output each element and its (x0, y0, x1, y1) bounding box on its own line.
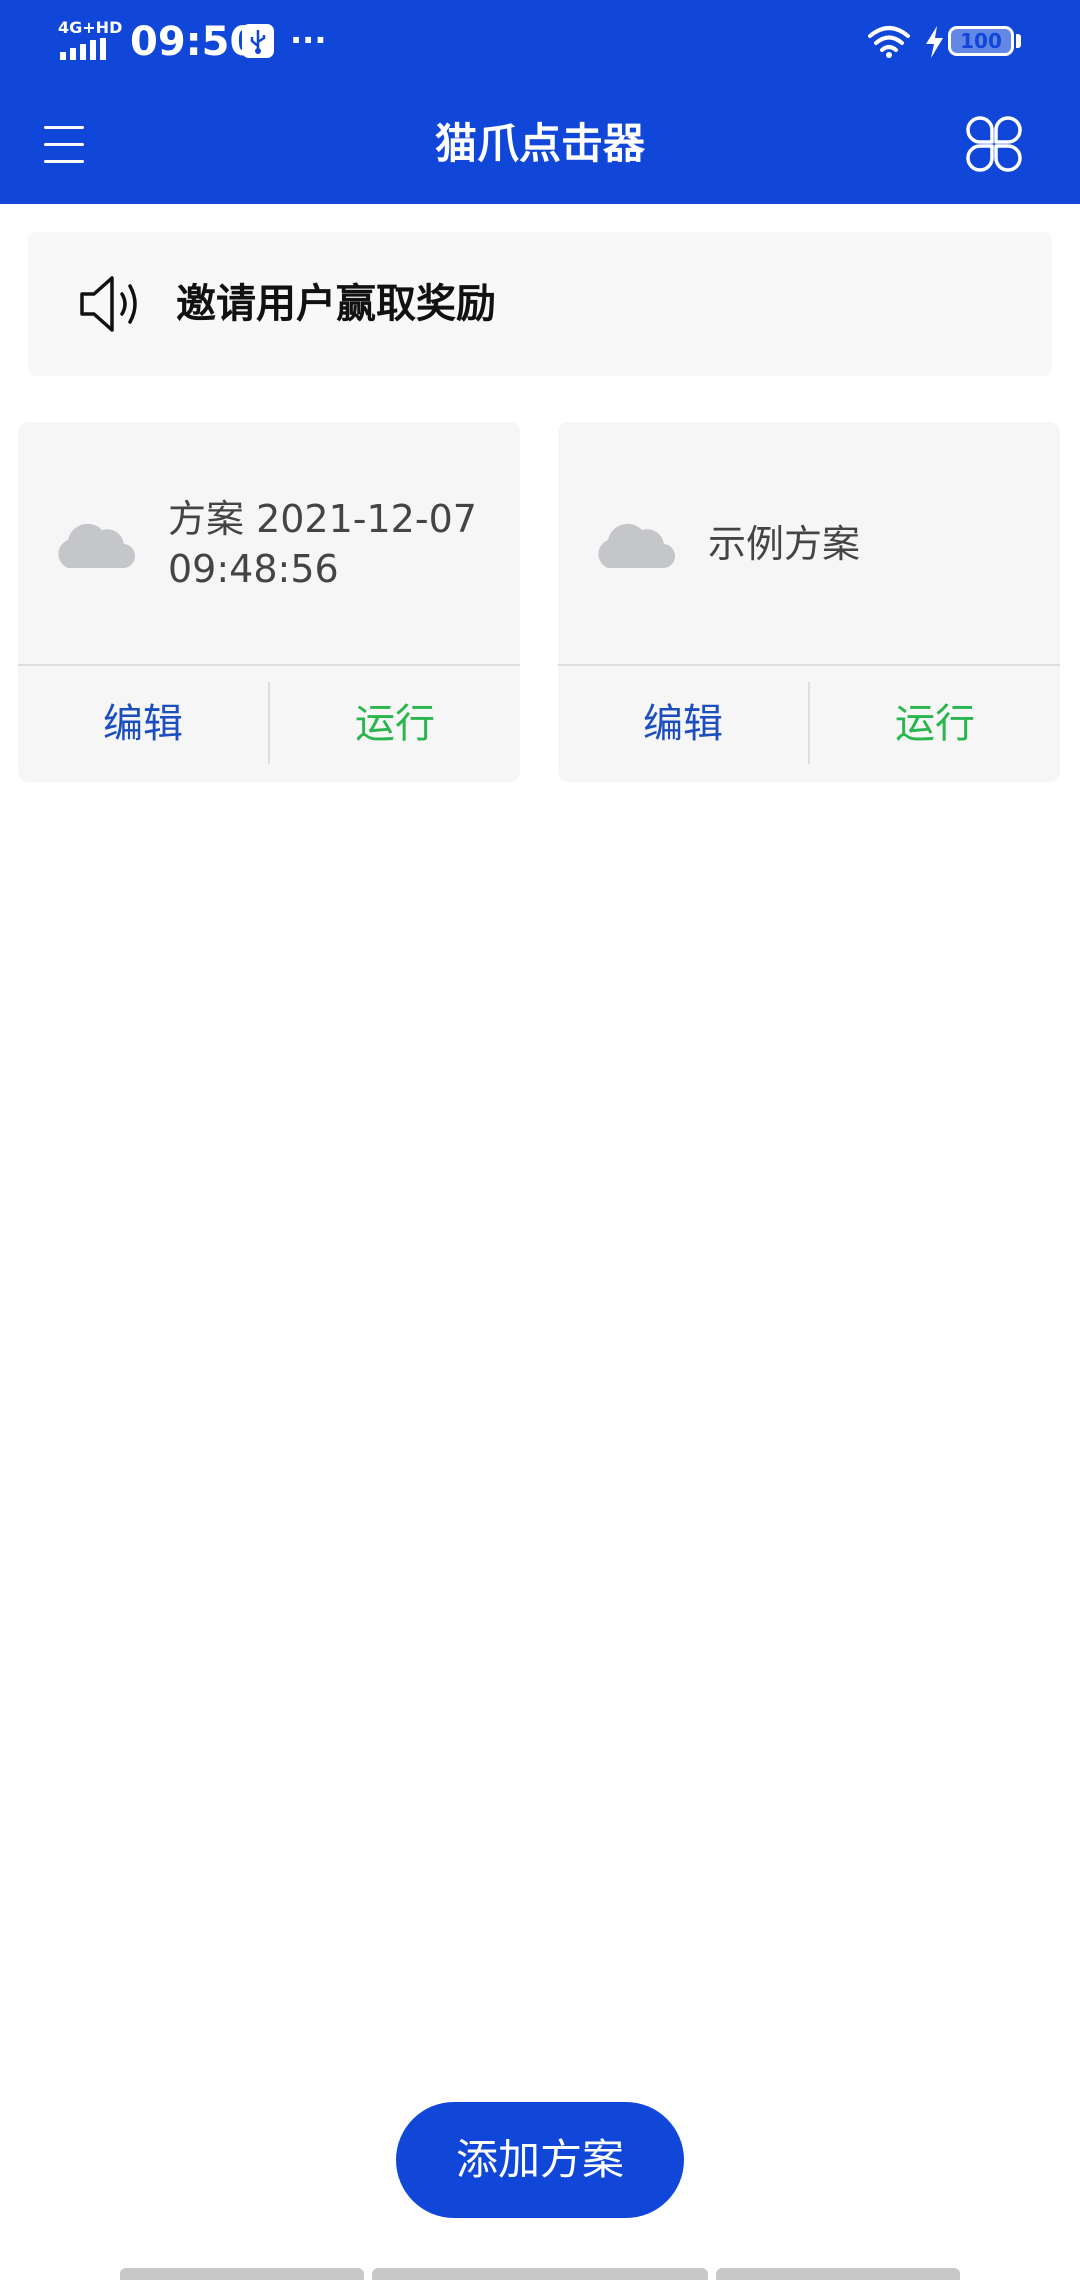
app-bar: 猫爪点击器 (0, 84, 1080, 204)
scheme-card: 示例方案 编辑 运行 (558, 422, 1060, 782)
battery-level: 100 (960, 29, 1002, 53)
edit-button[interactable]: 编辑 (558, 666, 808, 782)
speaker-icon (80, 276, 137, 332)
cloud-icon (598, 523, 676, 569)
bottom-nav-segment (716, 2268, 960, 2280)
scheme-card: 方案 2021-12-07 09:48:56 编辑 运行 (18, 422, 520, 782)
signal-icon (60, 38, 106, 60)
bottom-nav-segment (372, 2268, 708, 2280)
bottom-nav-segment (120, 2268, 364, 2280)
network-type: 4G+HD (58, 18, 123, 37)
add-scheme-button[interactable]: 添加方案 (396, 2102, 684, 2218)
run-button[interactable]: 运行 (810, 666, 1060, 782)
apps-icon[interactable] (966, 116, 1022, 172)
run-button[interactable]: 运行 (270, 666, 520, 782)
charging-icon (926, 26, 943, 58)
more-notifications-icon: ··· (290, 21, 327, 59)
invite-banner[interactable]: 邀请用户赢取奖励 (28, 232, 1052, 376)
app-title: 猫爪点击器 (434, 119, 645, 168)
status-bar: 4G+HD 09:50 ··· 100 (0, 0, 1080, 84)
usb-icon (242, 24, 274, 58)
menu-icon[interactable] (44, 124, 90, 164)
battery-cap (1016, 34, 1021, 48)
banner-text: 邀请用户赢取奖励 (176, 281, 496, 327)
scheme-title: 方案 2021-12-07 09:48:56 (168, 497, 477, 591)
edit-button[interactable]: 编辑 (18, 666, 268, 782)
cloud-icon (58, 523, 136, 569)
clock: 09:50 (130, 19, 258, 65)
scheme-title: 示例方案 (708, 522, 861, 566)
wifi-icon (868, 26, 910, 58)
